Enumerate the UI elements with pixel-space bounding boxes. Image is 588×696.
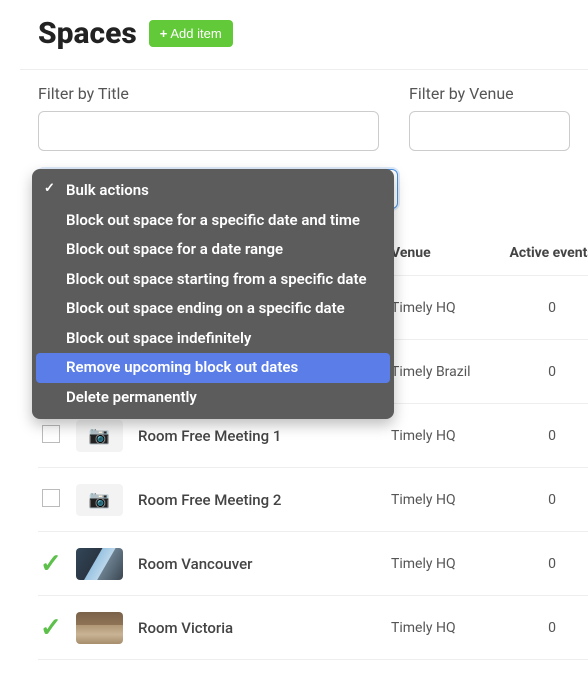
check-icon[interactable]: ✓ (40, 613, 62, 643)
row-checkbox[interactable] (42, 489, 60, 507)
check-icon: ✓ (44, 181, 55, 198)
row-active-events: 0 (507, 492, 588, 508)
bulk-option-label: Block out space for a date range (66, 240, 283, 258)
bulk-option-label: Block out space starting from a specific… (66, 270, 367, 288)
table-row: ✓ Room VancouverTimely HQ0 (38, 532, 588, 596)
row-title[interactable]: Room Free Meeting 2 (126, 491, 391, 509)
row-venue: Timely HQ (391, 556, 507, 572)
column-venue: Venue (391, 245, 507, 261)
row-title[interactable]: Room Vancouver (126, 555, 391, 573)
filter-venue-label: Filter by Venue (409, 84, 570, 103)
row-active-events: 0 (507, 556, 588, 572)
filter-title-input[interactable] (38, 111, 379, 151)
bulk-option-1[interactable]: Block out space for a specific date and … (36, 206, 390, 236)
table-row: 📷Room Free Meeting 2Timely HQ0 (38, 468, 588, 532)
page-title: Spaces (38, 16, 137, 51)
bulk-option-5[interactable]: Block out space indefinitely (36, 324, 390, 354)
bulk-option-label: Block out space ending on a specific dat… (66, 299, 345, 317)
row-thumbnail (76, 548, 123, 580)
camera-icon: 📷 (76, 484, 123, 516)
row-title[interactable]: Room Victoria (126, 619, 391, 637)
row-active-events: 0 (507, 428, 588, 444)
filter-venue-input[interactable] (409, 111, 570, 151)
add-item-button[interactable]: + Add item (149, 20, 233, 47)
bulk-option-0[interactable]: ✓ Bulk actions (36, 176, 390, 206)
bulk-option-label: Remove upcoming block out dates (66, 358, 298, 376)
bulk-option-7[interactable]: Delete permanently (36, 383, 390, 413)
add-item-label: Add item (170, 26, 221, 41)
row-thumbnail (76, 612, 123, 644)
table-row: ✓ Room VictoriaTimely HQ0 (38, 596, 588, 660)
row-venue: Timely HQ (391, 492, 507, 508)
bulk-option-label: Bulk actions (66, 181, 149, 199)
camera-icon: 📷 (76, 420, 123, 452)
row-active-events: 0 (507, 300, 588, 316)
bulk-option-2[interactable]: Block out space for a date range (36, 235, 390, 265)
row-active-events: 0 (507, 620, 588, 636)
check-icon[interactable]: ✓ (40, 549, 62, 579)
bulk-option-label: Block out space indefinitely (66, 329, 251, 347)
column-active-events: Active events (507, 245, 588, 261)
filter-title-label: Filter by Title (38, 84, 379, 103)
row-active-events: 0 (507, 364, 588, 380)
row-venue: Timely Brazil (391, 364, 507, 380)
plus-icon: + (160, 26, 168, 41)
row-checkbox[interactable] (42, 425, 60, 443)
row-venue: Timely HQ (391, 620, 507, 636)
bulk-actions-dropdown[interactable]: ✓ Bulk actions Block out space for a speci… (32, 169, 394, 419)
bulk-option-6[interactable]: Remove upcoming block out dates (36, 353, 390, 383)
bulk-option-label: Block out space for a specific date and … (66, 211, 360, 229)
bulk-option-3[interactable]: Block out space starting from a specific… (36, 265, 390, 295)
row-title[interactable]: Room Free Meeting 1 (126, 427, 391, 445)
row-venue: Timely HQ (391, 300, 507, 316)
bulk-option-label: Delete permanently (66, 388, 197, 406)
row-venue: Timely HQ (391, 428, 507, 444)
bulk-option-4[interactable]: Block out space ending on a specific dat… (36, 294, 390, 324)
